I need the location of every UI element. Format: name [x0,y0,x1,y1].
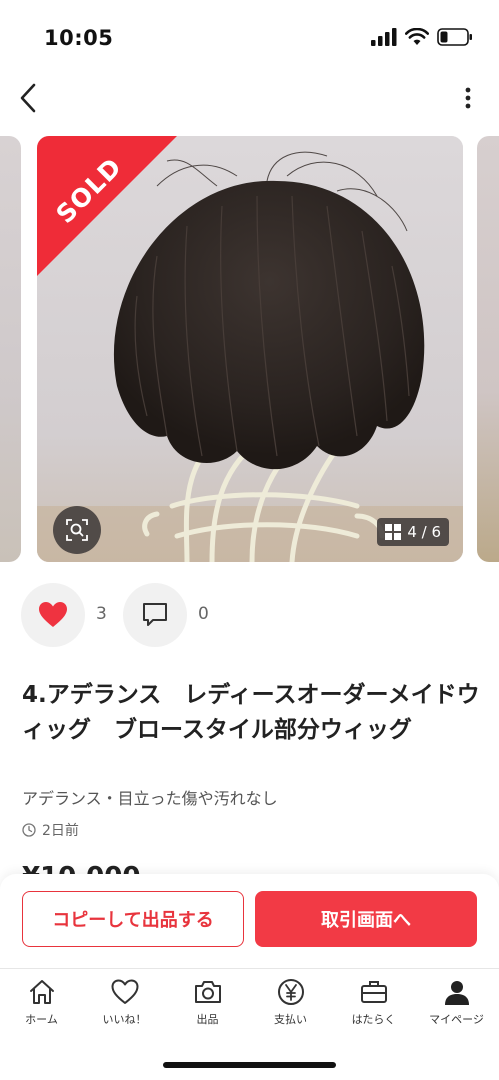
tab-label-sell: 出品 [196,1013,219,1026]
image-counter: 4 / 6 [407,523,441,541]
back-button[interactable] [12,78,44,118]
tab-label-payment: 支払い [274,1013,307,1026]
previous-image[interactable] [0,136,21,562]
image-counter-badge[interactable]: 4 / 6 [377,518,449,546]
like-button[interactable] [21,583,85,647]
tab-likes[interactable]: いいね！ [83,977,166,1037]
yen-icon [277,979,304,1005]
more-options-button[interactable] [457,82,479,114]
tab-payment[interactable]: 支払い [249,977,332,1037]
likes-count: 3 [96,604,107,624]
status-time: 10:05 [44,26,114,50]
engagement-row: 3 0 [0,583,499,647]
tab-work[interactable]: はたらく [332,977,415,1037]
home-icon [29,980,54,1004]
more-vertical-icon [465,87,471,109]
grid-icon [385,524,402,540]
action-panel: コピーして出品する 取引画面へ [0,874,499,968]
tab-sell[interactable]: 出品 [166,977,249,1037]
comment-button[interactable] [123,583,187,647]
briefcase-icon [360,981,387,1003]
camera-icon [194,981,221,1003]
battery-icon [437,28,472,46]
person-icon [444,981,469,1005]
home-indicator [163,1062,336,1068]
signal-icon [371,28,397,46]
item-title: 4.アデランス レディースオーダーメイドウィッグ ブロースタイル部分ウィッグ [22,682,480,743]
tab-home[interactable]: ホーム [0,977,83,1037]
chevron-left-icon [20,83,36,113]
tab-label-work: はたらく [351,1013,396,1026]
zoom-button[interactable] [53,506,101,554]
status-bar: 10:05 [0,0,499,76]
image-search-icon [66,519,88,541]
trade-screen-button[interactable]: 取引画面へ [255,891,477,947]
tab-label-mypage: マイページ [429,1013,484,1026]
item-subtitle: アデランス・目立った傷や汚れなし [22,789,278,808]
copy-listing-button[interactable]: コピーして出品する [22,891,244,947]
posted-time-row: 2日前 [22,820,79,840]
comment-icon [143,603,167,626]
nav-bar [0,76,499,120]
tab-label-likes: いいね！ [102,1013,147,1026]
clock-icon [22,823,36,837]
posted-time: 2日前 [42,823,79,839]
product-image[interactable]: SOLD 4 / 6 [37,136,463,562]
next-image[interactable] [477,136,499,562]
comments-count: 0 [198,604,209,624]
wifi-icon [405,28,429,45]
tab-label-home: ホーム [25,1013,58,1026]
tab-mypage[interactable]: マイページ [415,977,498,1037]
status-icons [371,28,473,46]
sold-ribbon: SOLD [37,136,177,276]
image-carousel[interactable]: SOLD 4 / 6 [0,136,499,562]
heart-outline-icon [111,979,138,1004]
heart-icon [39,602,67,627]
